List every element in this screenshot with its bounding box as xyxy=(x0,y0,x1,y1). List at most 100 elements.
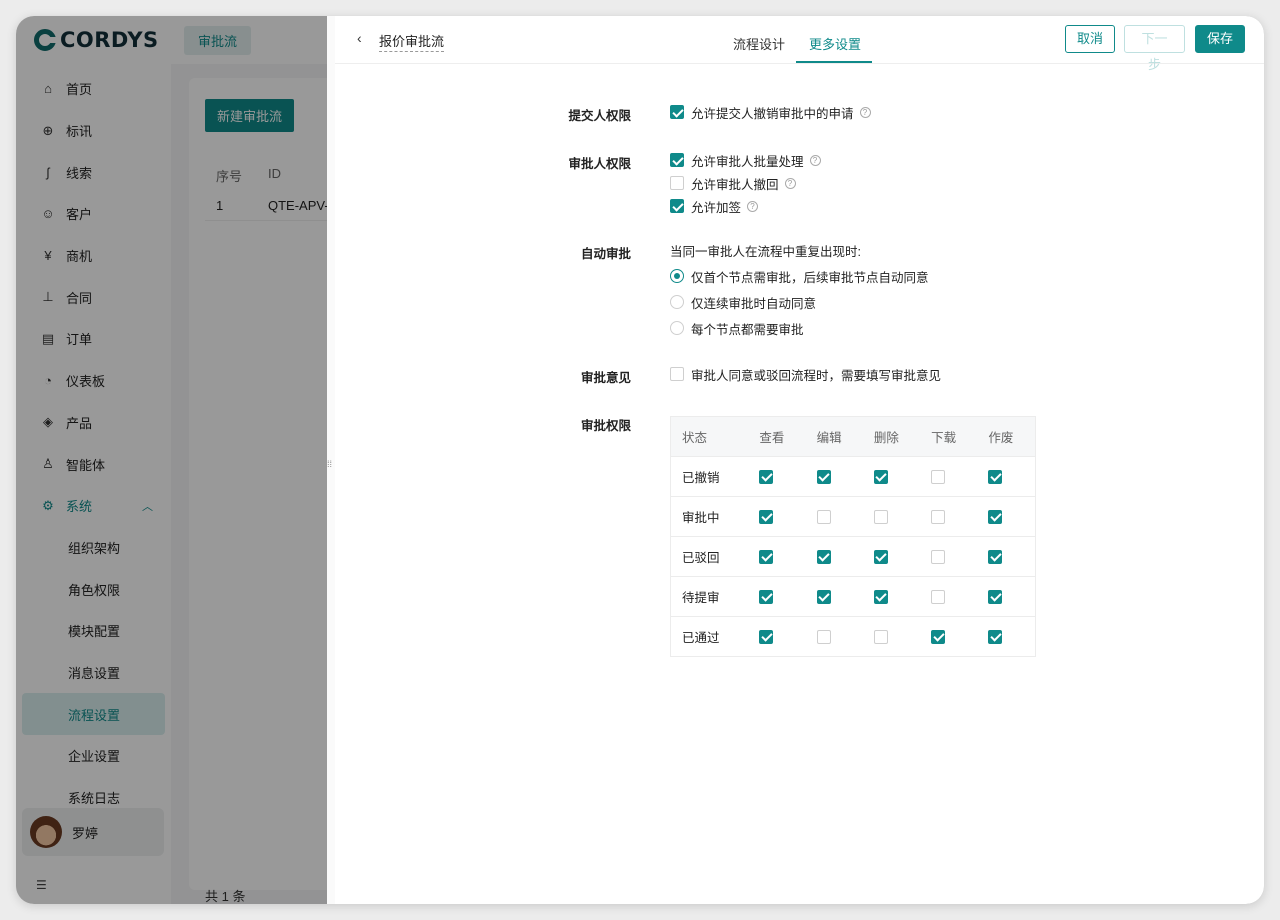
approval-opinion-option[interactable]: 审批人同意或驳回流程时，需要填写审批意见 xyxy=(670,365,941,383)
column-header-download: 下载 xyxy=(920,416,978,457)
download-permission-checkbox[interactable] xyxy=(931,549,946,564)
auto-first-node-radio[interactable] xyxy=(670,269,684,283)
approver-batch-option[interactable]: 允许审批人批量处理 ? xyxy=(670,151,821,169)
download-permission-checkbox[interactable] xyxy=(931,509,946,524)
permission-cell xyxy=(748,496,806,537)
download-permission-checkbox[interactable] xyxy=(931,469,946,484)
edit-permission-checkbox[interactable] xyxy=(816,549,831,564)
help-icon[interactable]: ? xyxy=(784,177,796,189)
void-permission-checkbox[interactable] xyxy=(988,549,1003,564)
view-permission-checkbox[interactable] xyxy=(759,509,774,524)
permission-cell xyxy=(977,576,1036,617)
table-row: 已通过 xyxy=(670,616,1036,657)
help-icon[interactable]: ? xyxy=(809,154,821,166)
permission-cell xyxy=(748,536,806,577)
edit-permission-checkbox[interactable] xyxy=(816,629,831,644)
drawer-title[interactable]: 报价审批流 xyxy=(379,31,445,52)
permission-cell xyxy=(748,616,806,657)
approver-withdraw-option[interactable]: 允许审批人撤回 ? xyxy=(670,174,796,192)
void-permission-checkbox[interactable] xyxy=(988,469,1003,484)
column-header-void: 作废 xyxy=(977,416,1036,457)
table-header-row: 状态 查看 编辑 删除 下载 作废 xyxy=(670,416,1036,457)
permission-cell xyxy=(862,456,921,497)
delete-permission-checkbox[interactable] xyxy=(873,509,888,524)
permission-cell xyxy=(862,496,921,537)
approver-batch-checkbox[interactable] xyxy=(670,153,684,167)
option-label: 允许审批人批量处理 xyxy=(691,154,804,169)
option-label: 仅首个节点需审批，后续审批节点自动同意 xyxy=(691,270,929,285)
download-permission-checkbox[interactable] xyxy=(931,589,946,604)
delete-permission-checkbox[interactable] xyxy=(873,629,888,644)
option-label: 允许加签 xyxy=(691,200,742,215)
status-cell: 待提审 xyxy=(670,576,749,617)
permission-cell xyxy=(805,576,863,617)
edit-permission-checkbox[interactable] xyxy=(816,509,831,524)
auto-approval-note: 当同一审批人在流程中重复出现时: xyxy=(670,245,861,259)
submitter-revoke-option[interactable]: 允许提交人撤销审批中的申请 ? xyxy=(670,103,871,121)
approval-opinion-checkbox[interactable] xyxy=(670,367,684,381)
permission-cell xyxy=(862,616,921,657)
status-cell: 已驳回 xyxy=(670,536,749,577)
settings-drawer: ‹ 报价审批流 流程设计 更多设置 取消 下一步 保存 提交人权限 允许提交人撤… xyxy=(335,16,1264,904)
option-label: 允许提交人撤销审批中的申请 xyxy=(691,106,854,121)
view-permission-checkbox[interactable] xyxy=(759,629,774,644)
approver-withdraw-checkbox[interactable] xyxy=(670,176,684,190)
auto-approval-label: 自动审批 xyxy=(580,247,631,261)
tab-process-design[interactable]: 流程设计 xyxy=(733,34,785,53)
permission-cell xyxy=(977,496,1036,537)
edit-permission-checkbox[interactable] xyxy=(816,469,831,484)
table-row: 已撤销 xyxy=(670,456,1036,497)
auto-every-node-radio[interactable] xyxy=(670,321,684,335)
permission-cell xyxy=(805,456,863,497)
permission-cell xyxy=(862,536,921,577)
permission-cell xyxy=(805,536,863,577)
table-row: 待提审 xyxy=(670,576,1036,617)
delete-permission-checkbox[interactable] xyxy=(873,469,888,484)
delete-permission-checkbox[interactable] xyxy=(873,549,888,564)
submitter-revoke-checkbox[interactable] xyxy=(670,105,684,119)
cancel-button[interactable]: 取消 xyxy=(1065,25,1116,53)
view-permission-checkbox[interactable] xyxy=(759,549,774,564)
back-chevron-icon[interactable]: ‹ xyxy=(357,30,362,46)
submitter-permission-label: 提交人权限 xyxy=(568,109,631,123)
status-cell: 已撤销 xyxy=(670,456,749,497)
void-permission-checkbox[interactable] xyxy=(988,629,1003,644)
permission-cell xyxy=(920,456,978,497)
permission-cell xyxy=(920,536,978,577)
tab-more-settings[interactable]: 更多设置 xyxy=(809,34,861,53)
approver-permission-label: 审批人权限 xyxy=(568,157,631,171)
download-permission-checkbox[interactable] xyxy=(931,629,946,644)
next-step-button[interactable]: 下一步 xyxy=(1124,25,1185,72)
delete-permission-checkbox[interactable] xyxy=(873,589,888,604)
auto-option-every-node[interactable]: 每个节点都需要审批 xyxy=(670,319,804,337)
permission-cell xyxy=(805,496,863,537)
edit-permission-checkbox[interactable] xyxy=(816,589,831,604)
help-icon[interactable]: ? xyxy=(747,200,759,212)
drag-handle-icon[interactable]: ⁞⁞ xyxy=(327,459,332,469)
help-icon[interactable]: ? xyxy=(859,106,871,118)
table-row: 已驳回 xyxy=(670,536,1036,577)
permission-cell xyxy=(920,616,978,657)
drawer-header: ‹ 报价审批流 流程设计 更多设置 取消 下一步 保存 xyxy=(335,16,1264,72)
column-header-view: 查看 xyxy=(748,416,806,457)
permission-cell xyxy=(920,576,978,617)
table-row: 审批中 xyxy=(670,496,1036,537)
save-button[interactable]: 保存 xyxy=(1195,25,1246,53)
auto-consecutive-radio[interactable] xyxy=(670,295,684,309)
permission-cell xyxy=(977,616,1036,657)
void-permission-checkbox[interactable] xyxy=(988,509,1003,524)
permission-cell xyxy=(748,576,806,617)
column-header-status: 状态 xyxy=(670,416,749,457)
approver-add-sign-option[interactable]: 允许加签 ? xyxy=(670,197,759,215)
permission-cell xyxy=(977,456,1036,497)
column-header-edit: 编辑 xyxy=(805,416,863,457)
view-permission-checkbox[interactable] xyxy=(759,589,774,604)
permission-cell xyxy=(920,496,978,537)
auto-option-consecutive[interactable]: 仅连续审批时自动同意 xyxy=(670,293,816,311)
void-permission-checkbox[interactable] xyxy=(988,589,1003,604)
view-permission-checkbox[interactable] xyxy=(759,469,774,484)
auto-option-first-node[interactable]: 仅首个节点需审批，后续审批节点自动同意 xyxy=(670,267,929,285)
permission-cell xyxy=(862,576,921,617)
status-cell: 审批中 xyxy=(670,496,749,537)
approver-add-sign-checkbox[interactable] xyxy=(670,199,684,213)
